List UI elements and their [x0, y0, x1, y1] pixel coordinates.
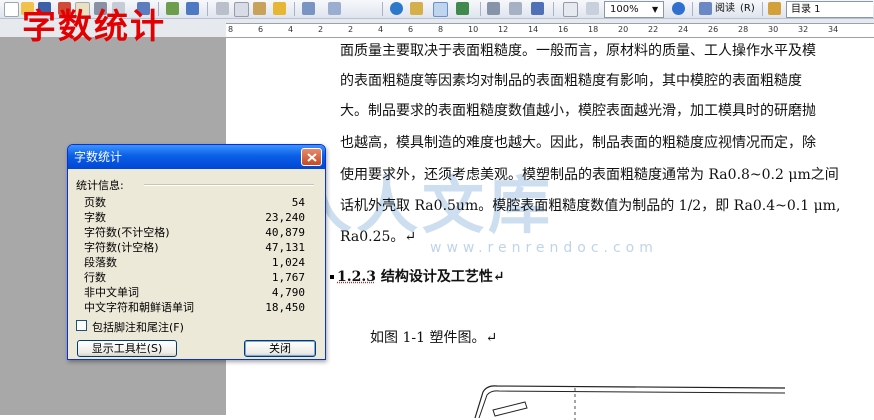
close-button[interactable]: 关闭 — [244, 340, 316, 357]
cut-icon[interactable] — [216, 2, 229, 15]
stat-label-pages: 页数 — [84, 196, 106, 209]
heading-bullet — [330, 275, 334, 279]
stat-value-chars-with-spaces: 47,131 — [265, 241, 305, 254]
ruler-number: 20 — [618, 25, 629, 34]
heading-number: 1.2.3 — [337, 269, 376, 285]
watermark-url: www.renrendoc.com — [430, 240, 658, 256]
ruler-number: 14 — [528, 25, 539, 34]
stat-value-lines: 1,767 — [271, 271, 305, 284]
hyperlink-icon[interactable] — [390, 2, 403, 15]
research-icon[interactable] — [166, 2, 179, 15]
ruler-number: 18 — [588, 25, 599, 34]
paste-icon[interactable] — [253, 2, 266, 15]
ruler-number: 12 — [498, 25, 509, 34]
show-hide-paragraph-icon[interactable] — [563, 2, 578, 17]
ruler-number: 2 — [348, 25, 354, 34]
toolbar-separator — [553, 2, 554, 16]
dialog-title-bar[interactable]: 字数统计 — [68, 145, 325, 169]
stat-value-pages: 54 — [291, 196, 305, 209]
tables-borders-icon[interactable] — [410, 2, 423, 15]
ruler-number: 22 — [648, 25, 659, 34]
ruler-number: 4 — [288, 25, 294, 34]
insert-table-icon[interactable] — [433, 2, 448, 17]
stat-value-chinese-korean: 18,450 — [265, 301, 305, 314]
ruler-number: 6 — [408, 25, 414, 34]
read-mode-icon[interactable] — [699, 2, 712, 15]
heading-text: 结构设计及工艺性↵ — [375, 269, 505, 285]
stat-label-chars-no-spaces: 字符数(不计空格) — [84, 226, 170, 239]
ruler-number: 24 — [678, 25, 689, 34]
word-count-dialog: 字数统计 统计信息: 页数 54 字数 23,240 字符数(不计空格) 40,… — [67, 144, 326, 360]
style-select[interactable]: 目录 1 — [786, 1, 873, 18]
toolbar-separator — [480, 2, 481, 16]
overlay-title: 字数统计 — [22, 7, 166, 47]
document-line: Ra0.25。↵ — [340, 229, 417, 245]
section-heading: 1.2.3 结构设计及工艺性↵ — [330, 266, 505, 286]
ruler-number: 2 — [318, 25, 324, 34]
ruler-number: 34 — [828, 25, 839, 34]
stat-label-paragraphs: 段落数 — [84, 256, 117, 269]
stat-value-non-chinese-words: 4,790 — [271, 286, 305, 299]
toolbar-separator — [382, 2, 383, 16]
drawing-icon[interactable] — [509, 2, 522, 15]
show-formatting-icon[interactable] — [586, 2, 599, 15]
statistics-group-label: 统计信息: — [76, 179, 124, 192]
ruler-number: 30 — [768, 25, 779, 34]
group-divider — [144, 184, 314, 186]
stat-label-chinese-korean: 中文字符和朝鲜语单词 — [84, 301, 194, 314]
close-icon[interactable] — [301, 148, 322, 166]
show-toolbar-button[interactable]: 显示工具栏(S) — [77, 340, 177, 357]
stat-label-lines: 行数 — [84, 271, 106, 284]
document-line: 也越高，模具制造的难度也越大。因此，制品表面的粗糙度应视情况而定，除 — [340, 135, 816, 151]
undo-icon[interactable] — [302, 2, 315, 15]
ruler-number: 32 — [798, 25, 809, 34]
toolbar-separator — [294, 2, 295, 16]
toolbar-separator — [207, 2, 208, 16]
document-map-icon[interactable] — [531, 2, 544, 15]
copy-icon[interactable] — [234, 2, 249, 17]
chevron-down-icon: ▼ — [652, 5, 659, 14]
ruler-number: 26 — [708, 25, 719, 34]
help-icon[interactable] — [672, 2, 685, 15]
stat-label-chars-with-spaces: 字符数(计空格) — [84, 241, 159, 254]
ruler-number: 28 — [738, 25, 749, 34]
stat-label-words: 字数 — [84, 211, 106, 224]
horizontal-ruler[interactable]: 8 6 4 2 2 4 6 8 10 12 14 16 18 20 22 24 26 28 30 32 34 — [226, 23, 874, 38]
stat-label-non-chinese-words: 非中文单词 — [84, 286, 139, 299]
ruler-number: 6 — [258, 25, 264, 34]
toolbar-separator — [692, 2, 693, 16]
styles-icon[interactable] — [768, 2, 781, 15]
ruler-number: 4 — [378, 25, 384, 34]
document-line: 面质量主要取决于表面粗糙度。一般而言，原材料的质量、工人操作水平及模 — [340, 43, 816, 59]
zoom-value: 100% — [610, 4, 639, 15]
redo-icon[interactable] — [328, 2, 341, 15]
document-line: 使用要求外，还须考虑美观。模塑制品的表面粗糙度通常为 Ra0.8~0.2 μm之… — [340, 167, 839, 183]
stat-value-paragraphs: 1,024 — [271, 256, 305, 269]
document-line: 大。制品要求的表面粗糙度数值越小，模腔表面越光滑，加工模具时的研磨抛 — [340, 103, 816, 119]
ruler-number: 10 — [468, 25, 479, 34]
stat-value-chars-no-spaces: 40,879 — [265, 226, 305, 239]
ruler-number: 16 — [558, 25, 569, 34]
read-mode-accel: (R) — [740, 3, 755, 14]
insert-excel-icon[interactable] — [456, 2, 469, 15]
include-footnotes-checkbox[interactable] — [76, 320, 87, 331]
translate-icon[interactable] — [186, 2, 199, 15]
new-document-icon[interactable] — [4, 2, 19, 17]
format-painter-icon[interactable] — [273, 2, 286, 15]
document-line: 话机外壳取 Ra0.5um。模腔表面粗糙度数值为制品的 1/2，即 Ra0.4~… — [340, 198, 841, 214]
columns-icon[interactable] — [487, 2, 500, 15]
zoom-select[interactable]: 100% ▼ — [604, 1, 664, 18]
dialog-title: 字数统计 — [74, 150, 123, 164]
ruler-number: 8 — [438, 25, 444, 34]
include-footnotes-label[interactable]: 包括脚注和尾注(F) — [92, 319, 184, 335]
style-value: 目录 1 — [791, 4, 821, 15]
part-drawing — [474, 385, 786, 420]
stat-value-words: 23,240 — [265, 211, 305, 224]
figure-caption: 如图 1-1 塑件图。↵ — [370, 330, 498, 346]
read-mode-label[interactable]: 阅读 — [715, 2, 735, 15]
ruler-number: 8 — [228, 25, 234, 34]
document-line: 的表面粗糙度等因素均对制品的表面粗糙度有影响，其中模腔的表面粗糙度 — [340, 73, 802, 89]
toolbar-separator — [762, 2, 763, 16]
